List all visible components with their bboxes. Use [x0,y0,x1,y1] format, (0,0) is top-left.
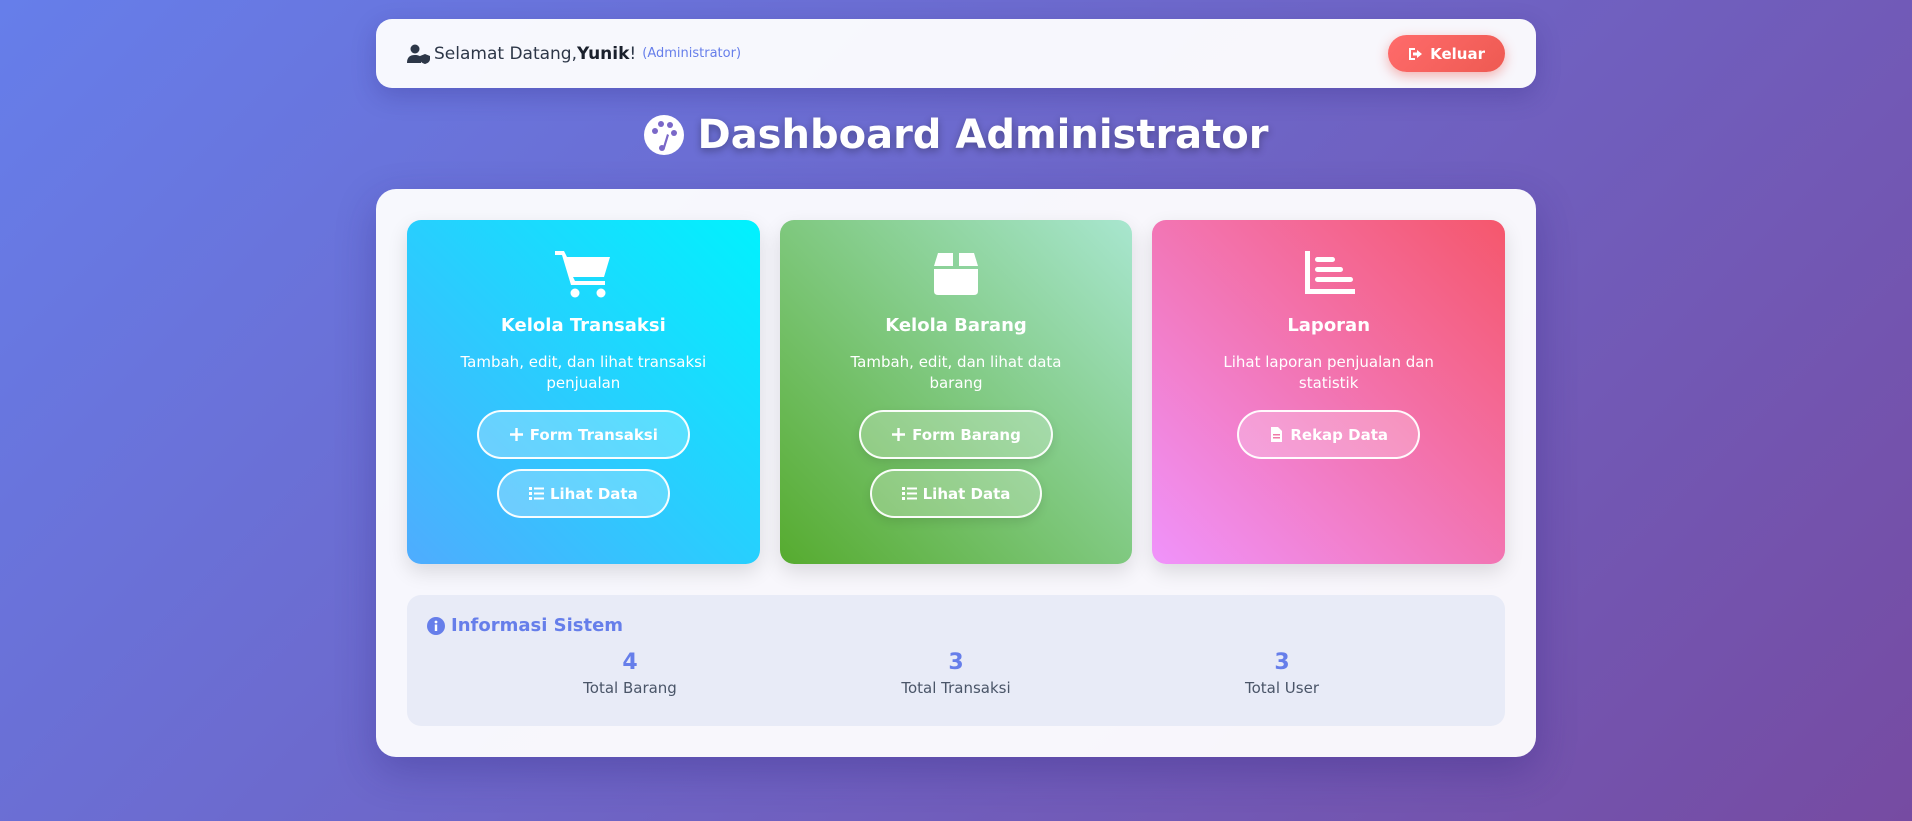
file-icon [1271,427,1283,442]
system-info-title-text: Informasi Sistem [451,615,624,636]
page-title: Dashboard Administrator [376,110,1536,160]
logout-button[interactable]: Keluar [1388,35,1505,72]
palette-icon [644,115,685,155]
stat-label: Total Barang [583,679,677,697]
plus-icon [509,428,523,441]
sign-out-icon [1409,47,1423,60]
page-title-text: Dashboard Administrator [697,112,1269,158]
button-label: Form Transaksi [529,425,658,444]
user-shield-icon [407,44,430,64]
stat-value: 3 [948,650,964,675]
info-circle-icon [427,616,445,635]
button-label: Lihat Data [922,484,1011,503]
card-kelola-transaksi: Kelola Transaksi Tambah, edit, dan lihat… [407,220,760,564]
card-title: Kelola Transaksi [500,315,666,336]
menu-cards: Kelola Transaksi Tambah, edit, dan lihat… [407,220,1506,564]
form-transaksi-button[interactable]: Form Transaksi [476,410,690,459]
chart-bar-icon [1304,251,1355,294]
logout-label: Keluar [1430,44,1485,63]
card-kelola-barang: Kelola Barang Tambah, edit, dan lihat da… [779,220,1133,564]
user-role: (Administrator) [642,46,742,61]
button-label: Lihat Data [549,484,638,503]
welcome-message: Selamat Datang, Yunik! (Administrator) [407,44,741,64]
stat-value: 4 [622,650,638,675]
stat-total-transaksi: 3 Total Transaksi [856,650,1056,697]
rekap-data-button[interactable]: Rekap Data [1237,410,1420,459]
system-info-panel: Informasi Sistem 4 Total Barang 3 Total … [407,595,1505,726]
stat-total-barang: 4 Total Barang [530,650,730,697]
card-description: Tambah, edit, dan lihat data barang [850,353,1062,392]
card-description: Lihat laporan penjualan dan statistik [1223,353,1434,392]
form-barang-button[interactable]: Form Barang [859,410,1053,459]
lihat-data-barang-button[interactable]: Lihat Data [869,469,1043,518]
plus-icon [892,428,906,441]
card-laporan: Laporan Lihat laporan penjualan dan stat… [1152,220,1506,564]
card-description: Tambah, edit, dan lihat transaksi penjua… [460,353,707,392]
system-info-title: Informasi Sistem [427,615,1485,636]
lihat-data-transaksi-button[interactable]: Lihat Data [496,469,670,518]
card-title: Laporan [1287,315,1371,336]
greeting-text: Selamat Datang, [434,43,577,64]
button-label: Form Barang [912,425,1021,444]
card-title: Kelola Barang [885,315,1027,336]
main-panel: Kelola Transaksi Tambah, edit, dan lihat… [376,189,1536,757]
stats-row: 4 Total Barang 3 Total Transaksi 3 Total… [427,650,1485,697]
button-label: Rekap Data [1290,425,1388,444]
list-icon [528,487,544,500]
stat-value: 3 [1274,650,1290,675]
top-bar: Selamat Datang, Yunik! (Administrator) K… [376,19,1536,88]
greeting-exclaim: ! [629,43,637,64]
shopping-cart-icon [555,251,611,298]
box-icon [934,253,978,295]
stat-label: Total User [1245,679,1319,697]
stat-label: Total Transaksi [901,679,1011,697]
username: Yunik [577,43,630,64]
stat-total-user: 3 Total User [1182,650,1382,697]
page-wrapper: Selamat Datang, Yunik! (Administrator) K… [376,19,1536,757]
list-icon [901,487,917,500]
